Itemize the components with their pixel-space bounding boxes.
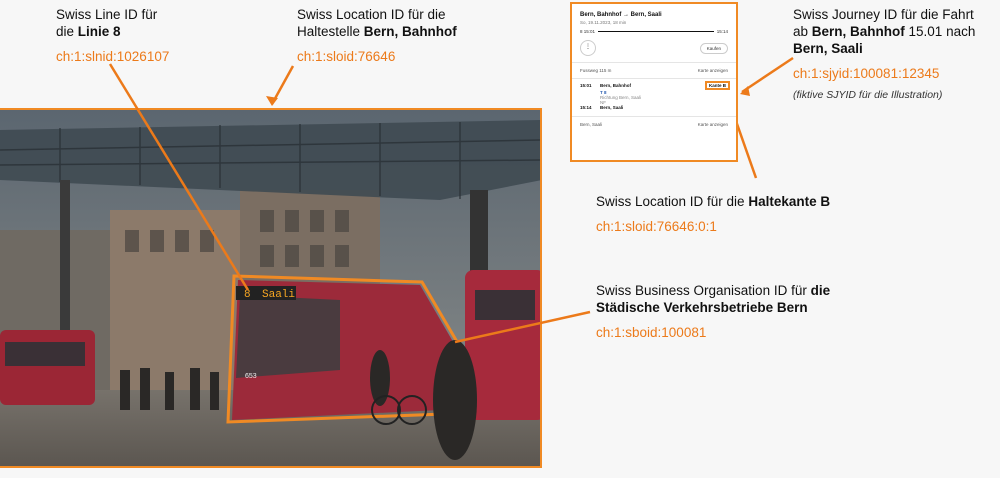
stop-id-annotation: Swiss Location ID für die Haltestelle Be… bbox=[297, 6, 517, 65]
line-id-value: ch:1:slnid:1026107 bbox=[56, 49, 170, 64]
stop-name: Bern, Bahnhof bbox=[363, 24, 457, 39]
walk-text: Fussweg 115 m bbox=[580, 68, 612, 73]
journey-date: So, 19.11.2023, 18 min bbox=[580, 20, 627, 25]
station-photo: 8 Saali 653 bbox=[0, 108, 542, 468]
destination-row: Bern, Saali Karte anzeigen bbox=[572, 117, 736, 132]
show-map-link-2[interactable]: Karte anzeigen bbox=[698, 122, 728, 127]
journey-id-value: ch:1:sjyid:100081:12345 bbox=[793, 66, 940, 81]
more-menu-button[interactable]: ⋮ bbox=[580, 40, 596, 56]
line-id-annotation: Swiss Line ID für die Linie 8 ch:1:slnid… bbox=[56, 6, 256, 65]
stop1-name: Bern, Bahnhof bbox=[600, 83, 631, 88]
stop1-time: 15:01 bbox=[580, 83, 592, 88]
journey-arrowhead bbox=[740, 86, 750, 96]
journey-id-text-2: ab bbox=[793, 24, 812, 39]
org-id-text: Swiss Business Organisation ID für bbox=[596, 283, 811, 298]
journey-card: Bern, Bahnhof → Bern, Saali So, 19.11.20… bbox=[570, 2, 738, 162]
line-id-text-2: die bbox=[56, 24, 78, 39]
tram-destination: Saali bbox=[262, 289, 295, 301]
stop-id-text: Swiss Location ID für die bbox=[297, 7, 446, 22]
stop-id-value: ch:1:sloid:76646 bbox=[297, 49, 396, 64]
tram-leg: 15:01 Bern, Bahnhof Kante B T 8 Richtung… bbox=[572, 79, 736, 116]
journey-id-text: Swiss Journey ID für die Fahrt bbox=[793, 7, 974, 22]
tram-line-number: 8 bbox=[244, 289, 251, 301]
arrival-time: 15:14 bbox=[716, 29, 728, 34]
walk-marker: 8 bbox=[580, 29, 583, 34]
line-id-text: Swiss Line ID für bbox=[56, 7, 158, 22]
journey-from: Bern, Bahnhof bbox=[811, 24, 905, 39]
org-name-1: die bbox=[810, 283, 831, 298]
station-photo-illustration: 8 Saali 653 bbox=[0, 110, 540, 466]
edge-name: Haltekante B bbox=[748, 194, 831, 209]
line-name: Linie 8 bbox=[77, 24, 121, 39]
stop-id-connector bbox=[270, 65, 295, 105]
journey-id-connector bbox=[741, 56, 794, 94]
journey-title: Bern, Bahnhof → Bern, Saali bbox=[580, 12, 662, 18]
org-name-2: Städische Verkehrsbetriebe Bern bbox=[596, 300, 808, 315]
edge-id-annotation: Swiss Location ID für die Haltekante B c… bbox=[596, 193, 896, 235]
show-map-link[interactable]: Karte anzeigen bbox=[698, 68, 728, 73]
tram-number: 653 bbox=[245, 373, 257, 380]
org-id-annotation: Swiss Business Organisation ID für die S… bbox=[596, 282, 896, 341]
platform-edge-badge: Kante B bbox=[704, 81, 730, 90]
journey-to: Bern, Saali bbox=[793, 41, 863, 56]
edge-id-text: Swiss Location ID für die bbox=[596, 194, 749, 209]
org-id-value: ch:1:sboid:100081 bbox=[596, 325, 707, 340]
stop2-time: 15:14 bbox=[580, 105, 592, 110]
edge-id-value: ch:1:sloid:76646:0:1 bbox=[596, 219, 717, 234]
stop2-name: Bern, Saali bbox=[600, 105, 624, 110]
stop-id-text-2: Haltestelle bbox=[297, 24, 364, 39]
departure-time: 15:01 bbox=[583, 29, 596, 34]
destination-text: Bern, Saali bbox=[580, 122, 603, 127]
journey-note: (fiktive SJYID für die Illustration) bbox=[793, 89, 943, 101]
buy-button[interactable]: Kaufen bbox=[699, 42, 728, 54]
walk-row: Fussweg 115 m Karte anzeigen bbox=[572, 63, 736, 78]
stop-arrowhead bbox=[266, 96, 278, 106]
journey-id-annotation: Swiss Journey ID für die Fahrt ab Bern, … bbox=[793, 6, 998, 104]
timeline-line bbox=[598, 31, 714, 32]
journey-mid: 15.01 nach bbox=[904, 24, 976, 39]
